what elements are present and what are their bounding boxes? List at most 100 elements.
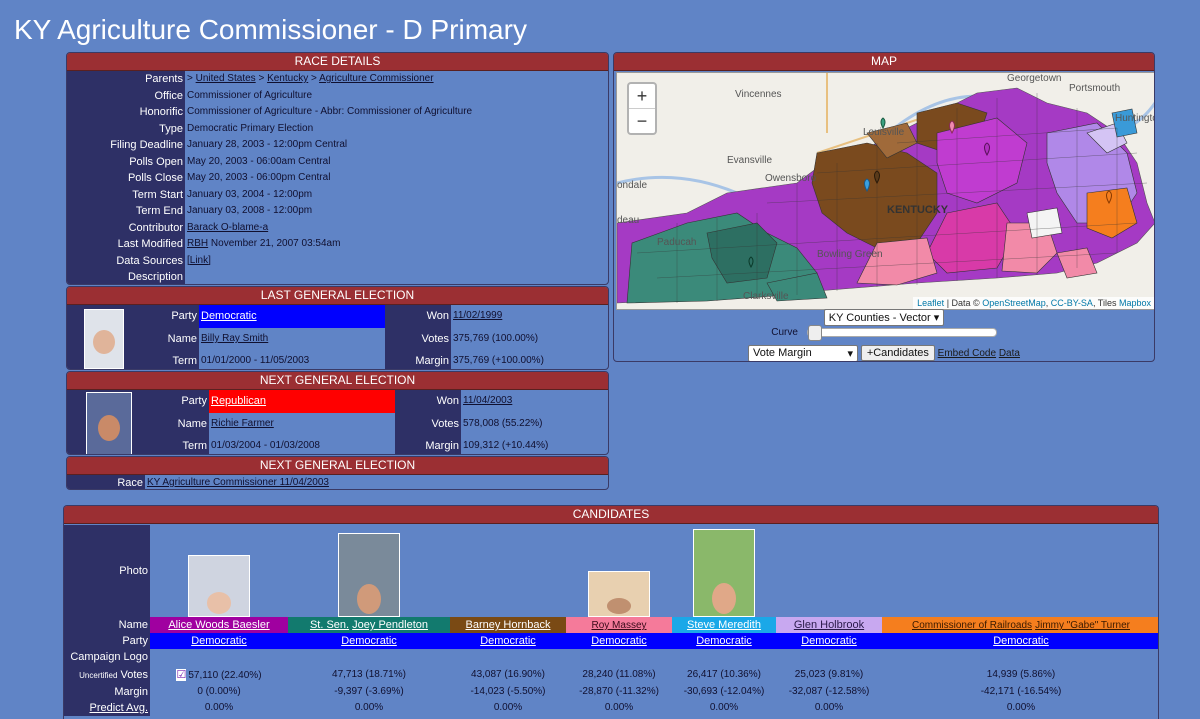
- map-attribution: Leaflet | Data © OpenStreetMap, CC-BY-SA…: [913, 297, 1154, 309]
- candidate-title-link[interactable]: St. Sen.: [310, 619, 349, 631]
- next-general-photo-cell: [67, 390, 151, 454]
- race-detail-value: January 03, 2004 - 12:00pm: [185, 187, 608, 204]
- party-link[interactable]: Democratic: [201, 310, 257, 322]
- candidate-name-link[interactable]: Joey Pendleton: [352, 619, 428, 631]
- party-link[interactable]: Republican: [211, 395, 266, 407]
- candidate-party-cell: Democratic: [566, 633, 672, 649]
- candidate-name-link[interactable]: Alice Woods Baesler: [168, 619, 269, 631]
- won-value: 11/02/1999: [451, 305, 608, 328]
- candidate-party-link[interactable]: Democratic: [993, 635, 1049, 647]
- osm-link[interactable]: OpenStreetMap: [982, 298, 1046, 308]
- candidate-votes-cell: 25,023 (9.81%): [776, 666, 882, 684]
- margin-cells: 0 (0.00%) -9,397 (-3.69%) -14,023 (-5.50%)…: [150, 684, 1158, 700]
- race-detail-row: Office Commissioner of Agriculture: [67, 87, 608, 104]
- candidate-party-link[interactable]: Democratic: [696, 635, 752, 647]
- candidate-name-cell: St. Sen. Joey Pendleton: [288, 617, 450, 633]
- photo-row-label: Photo: [64, 525, 150, 617]
- data-link[interactable]: Data: [999, 348, 1020, 359]
- map-canvas[interactable]: Vincennes Georgetown Portsmouth Huntingt…: [617, 73, 1155, 309]
- add-candidates-button[interactable]: +Candidates: [860, 345, 935, 361]
- predict-row-label: Predict Avg.: [64, 700, 150, 716]
- candidate-party-link[interactable]: Democratic: [801, 635, 857, 647]
- candidate-photo[interactable]: [338, 533, 400, 617]
- race-detail-value: [Link]: [185, 253, 608, 270]
- next-race-link[interactable]: KY Agriculture Commissioner 11/04/2003: [147, 477, 329, 488]
- map-label-evansville: Evansville: [727, 155, 772, 166]
- winner-name-link[interactable]: Richie Farmer: [211, 418, 274, 429]
- next-race-panel: NEXT GENERAL ELECTION Race KY Agricultur…: [66, 456, 609, 490]
- race-detail-value: Democratic Primary Election: [185, 121, 608, 138]
- curve-slider[interactable]: [806, 324, 997, 341]
- party-value: Democratic: [199, 305, 385, 328]
- candidate-photo-cell: [776, 525, 882, 617]
- candidate-party-link[interactable]: Democratic: [191, 635, 247, 647]
- race-detail-key: Description: [67, 269, 185, 284]
- race-detail-link[interactable]: Barack O-blame-a: [187, 222, 268, 233]
- license-link[interactable]: CC-BY-SA: [1051, 298, 1093, 308]
- predict-avg-link[interactable]: Predict Avg.: [90, 702, 149, 714]
- zoom-in-button[interactable]: +: [629, 84, 655, 108]
- candidate-name-link[interactable]: Steve Meredith: [687, 619, 761, 631]
- candidate-predict-cell: 0.00%: [814, 702, 844, 713]
- race-detail-key: Polls Open: [67, 153, 185, 170]
- layer-select-value: KY Counties - Vector: [828, 312, 931, 324]
- name-cells: Alice Woods Baesler St. Sen. Joey Pendlet…: [150, 617, 1158, 633]
- candidate-name-link[interactable]: Glen Holbrook: [794, 619, 864, 631]
- candidate-party-link[interactable]: Democratic: [480, 635, 536, 647]
- race-detail-link[interactable]: RBH: [187, 238, 208, 249]
- won-date-link[interactable]: 11/04/2003: [463, 395, 512, 406]
- race-detail-text: January 28, 2003 - 12:00pm Central: [187, 139, 348, 150]
- logo-cells: [150, 649, 1158, 666]
- map-label-paducah: Paducah: [657, 237, 696, 248]
- mode-select[interactable]: Vote Margin ▾: [748, 345, 859, 361]
- leaflet-link[interactable]: Leaflet: [917, 298, 944, 308]
- chevron-down-icon: ▾: [933, 312, 940, 324]
- race-detail-row: Description: [67, 269, 608, 284]
- candidate-predict-cell: 0.00%: [1006, 702, 1036, 713]
- logo-row-label: Campaign Logo: [64, 649, 150, 666]
- won-date-link[interactable]: 11/02/1999: [453, 310, 502, 321]
- candidate-votes: 14,939 (5.86%): [986, 669, 1056, 680]
- term-value: 01/01/2000 - 11/05/2003: [201, 355, 310, 366]
- candidate-title-link[interactable]: Commissioner of Railroads: [912, 620, 1032, 631]
- candidate-photo[interactable]: [588, 571, 650, 617]
- zoom-out-button[interactable]: −: [629, 108, 655, 133]
- term-label: Term: [141, 350, 199, 369]
- candidate-name-link[interactable]: Jimmy "Gabe" Turner: [1035, 620, 1130, 631]
- name-label: Name: [151, 413, 209, 435]
- map-label-vincennes: Vincennes: [735, 89, 782, 100]
- candidate-photo[interactable]: [693, 529, 755, 617]
- race-detail-row: Type Democratic Primary Election: [67, 120, 608, 138]
- margin-label: Margin: [395, 435, 461, 454]
- race-detail-row: Honorific Commissioner of Agriculture - A…: [67, 104, 608, 121]
- candidate-party-link[interactable]: Democratic: [341, 635, 397, 647]
- race-details-header: RACE DETAILS: [67, 53, 608, 71]
- candidate-name-link[interactable]: Roy Massey: [591, 620, 646, 631]
- candidate-photo-face: [357, 584, 381, 614]
- breadcrumb-link[interactable]: Kentucky: [267, 73, 308, 84]
- layer-select[interactable]: KY Counties - Vector ▾: [823, 309, 945, 326]
- candidate-name-link[interactable]: Barney Hornback: [466, 619, 551, 631]
- candidate-margin-cell: -30,693 (-12.04%): [683, 686, 765, 697]
- embed-code-link[interactable]: Embed Code: [938, 348, 996, 359]
- race-detail-key: Office: [67, 87, 185, 104]
- race-detail-key: Data Sources: [67, 252, 185, 269]
- candidate-party-cell: Democratic: [450, 633, 566, 649]
- margin-value: 109,312 (+10.44%): [463, 440, 549, 451]
- county-map[interactable]: Vincennes Georgetown Portsmouth Huntingt…: [616, 72, 1155, 310]
- breadcrumb-link[interactable]: Agriculture Commissioner: [319, 73, 433, 84]
- breadcrumb-link[interactable]: United States: [196, 73, 256, 84]
- candidate-photo[interactable]: [188, 555, 250, 617]
- incumbent-photo[interactable]: [84, 308, 124, 369]
- race-detail-row: Polls Open May 20, 2003 - 06:00am Central: [67, 153, 608, 170]
- winner-name-link[interactable]: Billy Ray Smith: [201, 333, 268, 344]
- race-detail-link[interactable]: [Link]: [187, 255, 211, 266]
- mapbox-link[interactable]: Mapbox: [1119, 298, 1151, 308]
- race-detail-value: May 20, 2003 - 06:00pm Central: [185, 170, 608, 187]
- next-winner-photo[interactable]: [86, 391, 132, 454]
- candidate-predict-cell: 0.00%: [604, 702, 634, 713]
- winner-check-icon: ☑: [176, 669, 187, 681]
- candidate-party-link[interactable]: Democratic: [591, 635, 647, 647]
- curve-slider-handle[interactable]: [807, 324, 822, 341]
- race-detail-row: Contributor Barack O-blame-a: [67, 219, 608, 236]
